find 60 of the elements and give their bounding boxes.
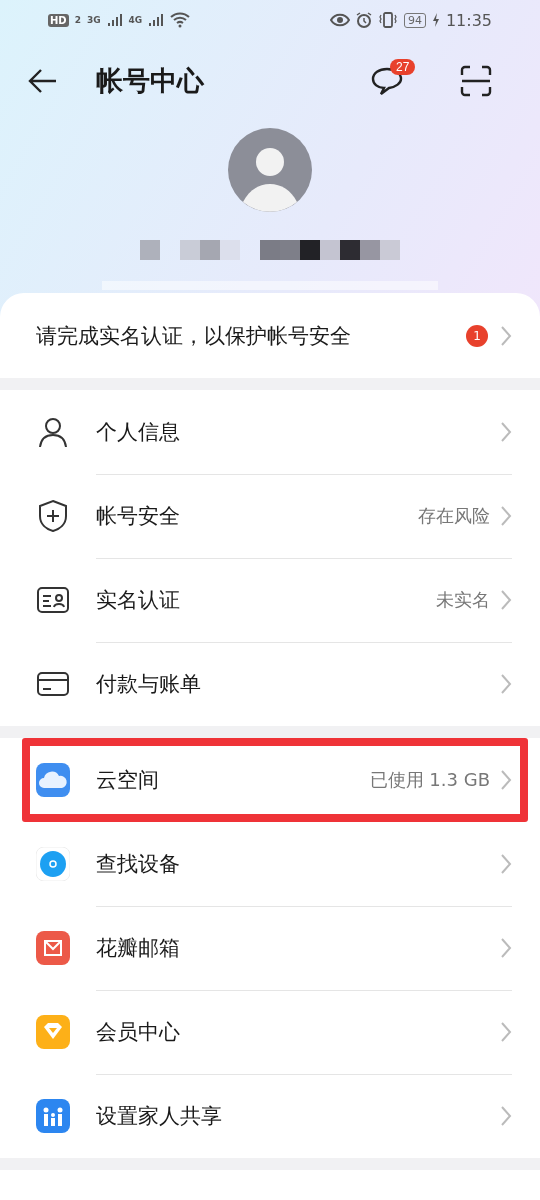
settings-row[interactable]: 会员中心 — [0, 990, 540, 1074]
person-icon — [36, 415, 70, 449]
chevron-icon — [500, 936, 512, 959]
scan-icon — [460, 65, 492, 97]
row-label: 实名认证 — [96, 586, 181, 614]
highlighted-settings-row[interactable]: 云空间 已使用 1.3 GB — [22, 738, 528, 822]
row-label: 付款与账单 — [96, 670, 202, 698]
family-app-icon — [36, 1099, 70, 1133]
battery-level: 94 — [403, 12, 426, 28]
row-label: 会员中心 — [96, 1018, 181, 1046]
signal-icon — [148, 13, 165, 27]
chevron-icon — [500, 1020, 512, 1043]
avatar-icon[interactable] — [228, 128, 312, 212]
settings-row[interactable]: 实名认证 未实名 — [0, 558, 540, 642]
clock-time: 11:35 — [445, 10, 492, 30]
alarm-icon — [355, 12, 372, 28]
messages-button[interactable]: 27 — [370, 57, 422, 105]
row-label: 查找设备 — [96, 850, 181, 878]
eye-icon — [329, 13, 350, 27]
row-label: 云空间 — [96, 766, 160, 794]
settings-row[interactable]: 付款与账单 — [0, 642, 540, 726]
row-value: 未实名 — [436, 587, 490, 612]
settings-row[interactable]: 个人信息 — [0, 390, 540, 474]
hd-indicator: HD — [48, 13, 69, 27]
row-label: 设置家人共享 — [96, 1102, 223, 1130]
settings-row[interactable]: 查找设备 — [0, 822, 540, 906]
back-arrow-icon[interactable] — [28, 68, 58, 94]
diamond-app-icon — [36, 1015, 70, 1049]
notice-badge: 1 — [466, 324, 488, 347]
notice-card[interactable]: 请完成实名认证，以保护帐号安全 1 — [0, 293, 540, 378]
chevron-icon — [500, 504, 512, 527]
verification-notice: 请完成实名认证，以保护帐号安全 — [36, 322, 352, 350]
row-label: 花瓣邮箱 — [96, 934, 181, 962]
settings-row[interactable]: 花瓣邮箱 — [0, 906, 540, 990]
chevron-icon — [500, 588, 512, 611]
row-value: 存在风险 — [418, 503, 490, 528]
network-label: 4G — [128, 15, 143, 25]
settings-row[interactable]: 设置家人共享 — [0, 1074, 540, 1158]
row-value: 已使用 1.3 GB — [369, 767, 490, 792]
chevron-icon — [500, 1104, 512, 1127]
chevron-icon — [500, 768, 512, 791]
wifi-icon — [170, 12, 191, 28]
sim-label: 2 — [74, 15, 81, 25]
message-count-badge: 27 — [390, 59, 416, 75]
radar-app-icon — [36, 847, 70, 881]
page-title: 帐号中心 — [96, 64, 205, 98]
chevron-icon — [500, 420, 512, 443]
mail-app-icon — [36, 931, 70, 965]
row-label: 个人信息 — [96, 418, 181, 446]
chevron-icon — [500, 852, 512, 875]
cloud-app-icon — [36, 763, 70, 797]
charging-icon — [431, 13, 440, 27]
signal-icon — [106, 13, 123, 27]
vibrate-icon — [377, 12, 398, 28]
chevron-icon — [500, 324, 512, 347]
chevron-icon — [500, 672, 512, 695]
settings-row[interactable]: 帐号安全 存在风险 — [0, 474, 540, 558]
row-label: 帐号安全 — [96, 502, 181, 530]
shield-plus-icon — [36, 499, 70, 533]
network-label: 3G — [86, 15, 101, 25]
